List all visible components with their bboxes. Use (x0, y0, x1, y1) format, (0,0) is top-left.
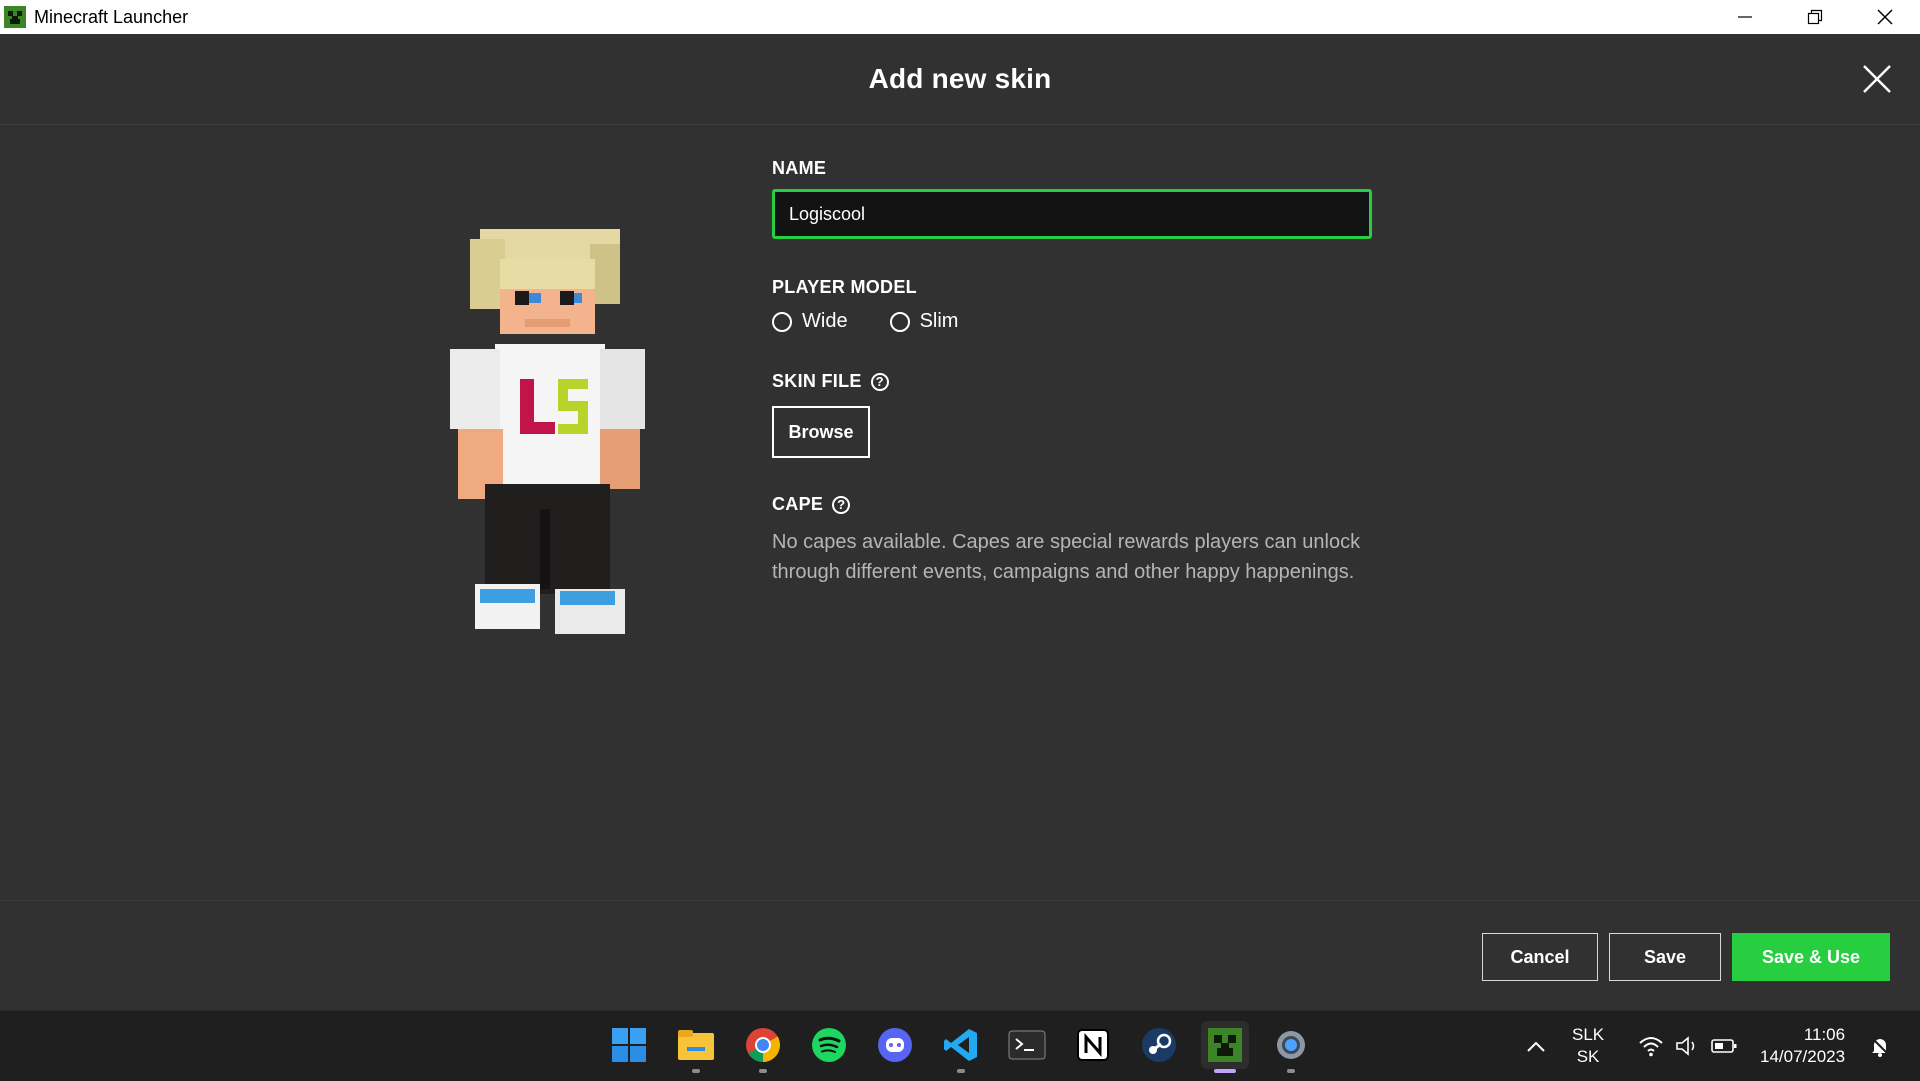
start-button[interactable] (605, 1021, 653, 1069)
player-model-label: PLAYER MODEL (772, 277, 917, 297)
window-close-button[interactable] (1850, 0, 1920, 34)
volume-icon (1676, 1036, 1695, 1056)
skin-file-section: SKIN FILE ? (772, 371, 1372, 392)
window-title-bar: Minecraft Launcher (0, 0, 1920, 34)
skin-preview (450, 229, 645, 634)
battery-icon (1711, 1039, 1737, 1053)
window-title: Minecraft Launcher (34, 6, 189, 27)
skin-form: NAME PLAYER MODEL Wide Slim SKIN FILE ? … (772, 158, 1372, 587)
clock-date: 14/07/2023 (1760, 1047, 1846, 1066)
taskbar-terminal[interactable] (1003, 1021, 1051, 1069)
name-label: NAME (772, 158, 827, 178)
steam-icon (1142, 1028, 1176, 1062)
quick-settings[interactable] (1638, 1011, 1738, 1081)
taskbar-discord[interactable] (871, 1021, 919, 1069)
minimize-button[interactable] (1710, 0, 1780, 34)
close-icon (1877, 9, 1893, 25)
terminal-icon (1008, 1030, 1046, 1060)
taskbar-file-explorer[interactable] (672, 1021, 720, 1073)
cape-label: CAPE (772, 494, 824, 514)
running-indicator (759, 1069, 767, 1073)
restore-button[interactable] (1780, 0, 1850, 34)
notification-bell-icon (1870, 1036, 1890, 1057)
dialog-footer: Cancel Save Save & Use (0, 900, 1920, 1011)
browse-button[interactable]: Browse (772, 406, 870, 458)
chevron-up-icon (1527, 1041, 1545, 1052)
dialog-header: Add new skin (0, 34, 1920, 125)
show-hidden-icons[interactable] (1526, 1011, 1546, 1081)
save-button[interactable]: Save (1609, 933, 1721, 981)
taskbar-steam[interactable] (1135, 1021, 1183, 1069)
close-icon (1863, 65, 1891, 93)
cape-description: No capes available. Capes are special re… (772, 531, 1361, 583)
minimize-icon (1738, 16, 1752, 18)
radio-slim[interactable]: Slim (889, 310, 959, 333)
radio-circle-icon (889, 311, 910, 332)
vscode-icon (944, 1029, 977, 1061)
taskbar-vscode[interactable] (937, 1021, 985, 1073)
radio-circle-icon (772, 311, 792, 332)
taskbar-notion[interactable] (1069, 1021, 1117, 1069)
dialog-title: Add new skin (868, 63, 1052, 94)
notion-icon (1077, 1029, 1109, 1061)
discord-icon (878, 1028, 912, 1062)
cancel-button[interactable]: Cancel (1482, 933, 1598, 981)
minecraft-launcher-icon (1208, 1028, 1242, 1062)
taskbar-minecraft-launcher[interactable] (1201, 1021, 1249, 1073)
minecraft-app-icon (4, 6, 26, 28)
notification-center[interactable] (1868, 1011, 1892, 1081)
windows-taskbar: SLK SK 11:06 14/07/2023 (0, 1010, 1920, 1081)
running-indicator (692, 1069, 700, 1073)
start-icon (612, 1028, 646, 1062)
name-input[interactable] (772, 189, 1372, 239)
active-indicator (1214, 1069, 1236, 1073)
restore-icon (1807, 9, 1823, 25)
help-icon[interactable]: ? (870, 372, 889, 391)
running-indicator (1287, 1069, 1295, 1073)
wifi-icon (1639, 1037, 1663, 1057)
radio-slim-label: Slim (919, 310, 959, 332)
save-and-use-button[interactable]: Save & Use (1732, 933, 1890, 981)
running-indicator (957, 1069, 965, 1073)
taskbar-chrome[interactable] (739, 1021, 787, 1073)
spotify-icon (812, 1028, 846, 1062)
dialog-close-button[interactable] (1860, 62, 1894, 96)
help-icon[interactable]: ? (832, 495, 851, 514)
file-explorer-icon (678, 1030, 714, 1060)
cape-section: CAPE ? (772, 494, 1372, 515)
language-indicator[interactable]: SLK SK (1572, 1011, 1604, 1081)
clock[interactable]: 11:06 14/07/2023 (1760, 1011, 1845, 1081)
settings-icon (1277, 1031, 1305, 1059)
taskbar-settings[interactable] (1267, 1021, 1315, 1073)
taskbar-spotify[interactable] (805, 1021, 853, 1069)
chrome-icon (746, 1028, 780, 1062)
radio-wide-label: Wide (802, 310, 848, 332)
lang-primary: SLK (1572, 1025, 1605, 1044)
player-model-radio-group: Wide Slim (772, 310, 1372, 333)
add-skin-dialog: Add new skin NAME Logiscool PLAYER MODEL… (0, 34, 1920, 1010)
radio-wide[interactable]: Wide (772, 310, 848, 333)
lang-secondary: SK (1576, 1047, 1600, 1066)
skin-file-label: SKIN FILE (772, 371, 862, 391)
clock-time: 11:06 (1803, 1025, 1846, 1044)
